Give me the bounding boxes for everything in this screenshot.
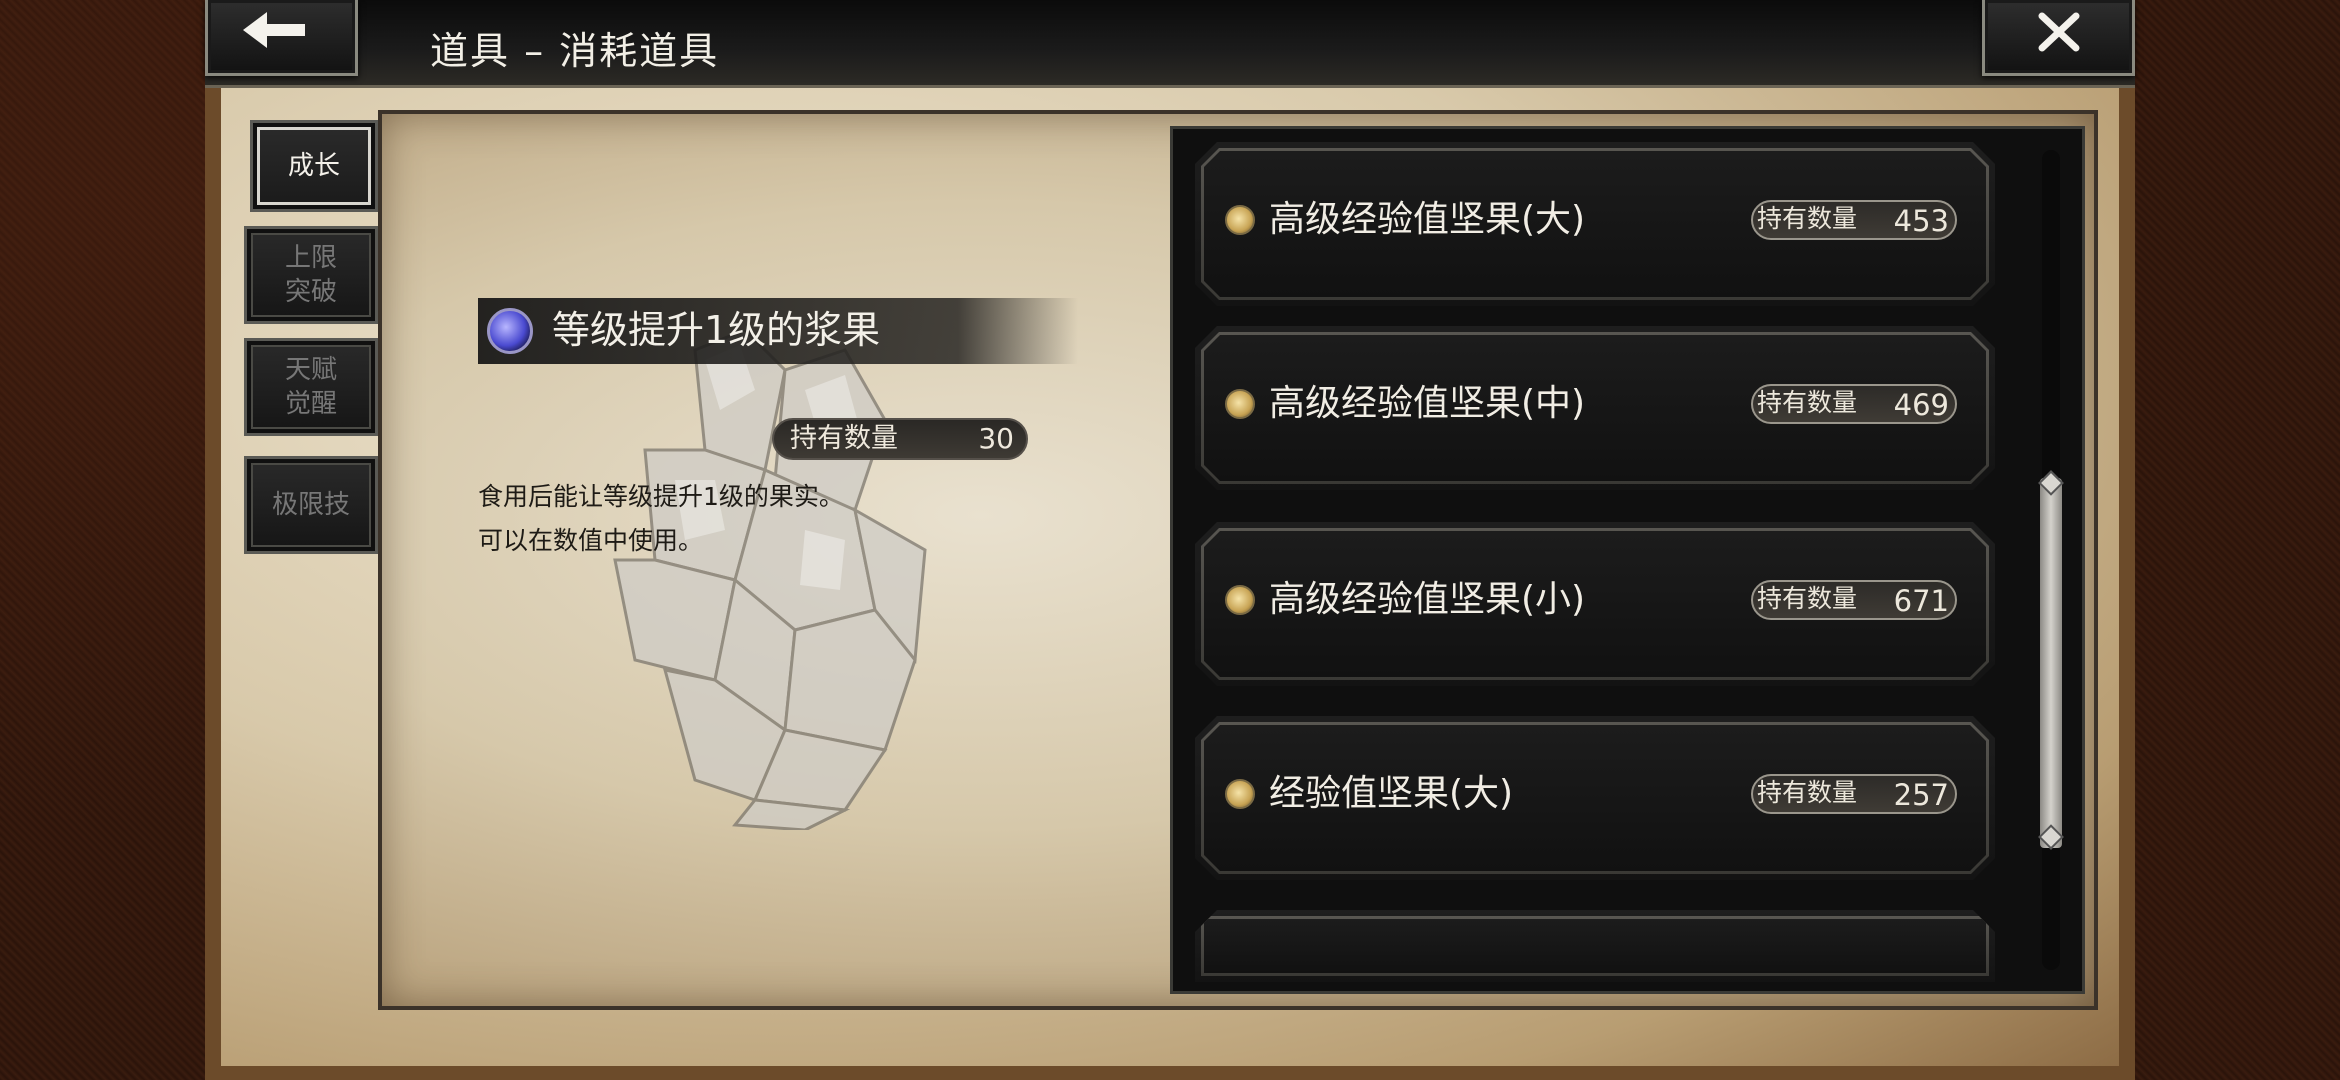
qty-value: 671 <box>1893 584 1949 618</box>
tab-label: 天赋 觉醒 <box>284 355 337 419</box>
list-item[interactable]: 高级经验值坚果(中) 持有数量 469 <box>1195 326 1995 490</box>
item-detail-name: 等级提升1级的浆果 <box>552 308 881 352</box>
nut-icon <box>1225 205 1255 235</box>
list-item[interactable]: 高级经验值坚果(大) 持有数量 453 <box>1195 142 1995 306</box>
nut-icon <box>1225 779 1255 809</box>
list-item[interactable]: 高级经验值坚果(小) 持有数量 671 <box>1195 522 1995 686</box>
tab-limit-break[interactable]: 上限 突破 <box>244 226 378 324</box>
qty-value: 469 <box>1893 388 1949 422</box>
qty-value: 453 <box>1893 204 1949 238</box>
list-item[interactable]: 经验值坚果(大) 持有数量 257 <box>1195 716 1995 880</box>
list-item-name: 高级经验值坚果(小) <box>1269 579 1586 620</box>
qty-label: 持有数量 <box>1757 204 1858 233</box>
qty-label: 持有数量 <box>1757 584 1858 613</box>
berry-icon <box>487 308 533 354</box>
tab-talent-awakening[interactable]: 天赋 觉醒 <box>244 338 378 436</box>
list-item-name: 经验值坚果(大) <box>1269 773 1514 814</box>
list-item-name: 高级经验值坚果(大) <box>1269 199 1586 240</box>
tab-growth[interactable]: 成长 <box>250 120 378 212</box>
page-title: 道具 – 消耗道具 <box>430 29 720 73</box>
nut-icon <box>1225 389 1255 419</box>
list-item[interactable] <box>1195 910 1995 982</box>
tab-label: 极限技 <box>271 490 350 520</box>
back-button[interactable] <box>205 0 358 76</box>
arrow-left-icon <box>243 12 305 48</box>
nut-icon <box>1225 585 1255 615</box>
close-button[interactable] <box>1982 0 2135 76</box>
tab-label: 上限 突破 <box>284 243 337 307</box>
item-detail-description: 可以在数值中使用。 <box>478 526 704 555</box>
close-icon <box>2038 12 2080 52</box>
qty-label: 持有数量 <box>1757 388 1858 417</box>
tab-limit-skill[interactable]: 极限技 <box>244 456 378 554</box>
item-detail-qty-label: 持有数量 <box>790 423 898 454</box>
tab-label: 成长 <box>287 151 340 181</box>
item-detail-description: 食用后能让等级提升1级的果实。 <box>478 482 844 511</box>
qty-label: 持有数量 <box>1757 778 1858 807</box>
qty-value: 257 <box>1893 778 1949 812</box>
list-item-name: 高级经验值坚果(中) <box>1269 383 1586 424</box>
scrollbar-thumb[interactable] <box>2040 478 2062 848</box>
crystal-artwork <box>613 330 927 830</box>
item-detail-qty-value: 30 <box>978 422 1014 455</box>
